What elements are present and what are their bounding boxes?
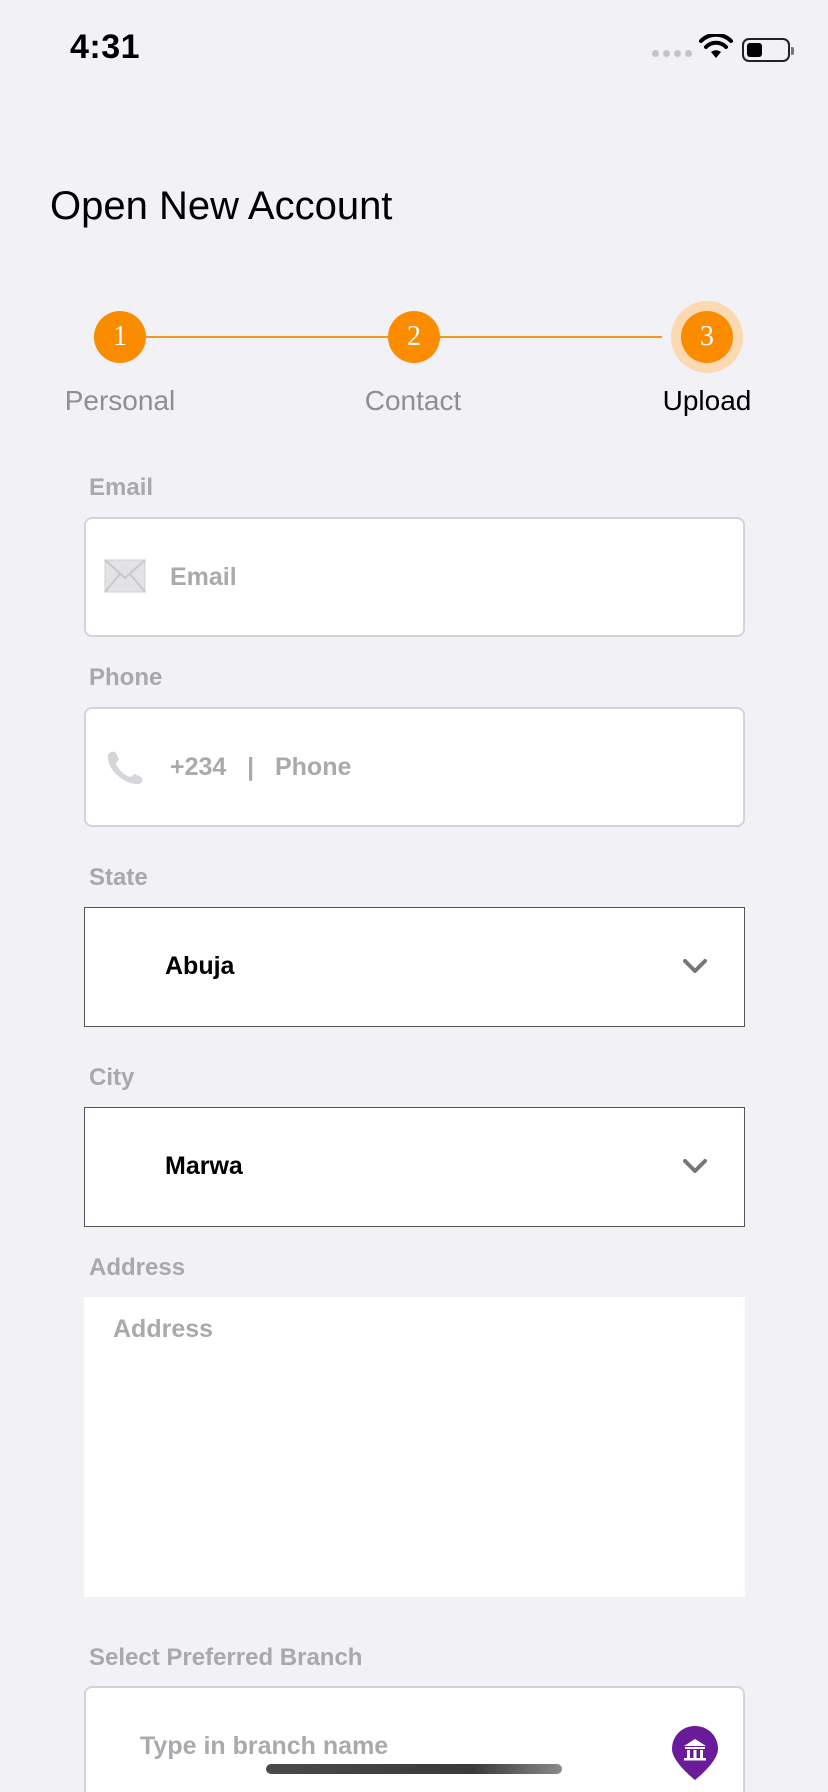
city-select[interactable]: Marwa <box>84 1107 745 1227</box>
email-field[interactable]: Email <box>84 517 745 637</box>
address-placeholder: Address <box>113 1315 214 1343</box>
state-select[interactable]: Abuja <box>84 907 745 1027</box>
home-indicator <box>266 1764 562 1774</box>
status-time: 4:31 <box>70 28 141 66</box>
chevron-down-icon <box>683 1159 707 1173</box>
city-value: Marwa <box>165 1152 243 1180</box>
stepper-connector <box>438 336 662 338</box>
bank-pin-icon[interactable] <box>670 1724 720 1782</box>
cellular-signal-icon <box>652 50 692 57</box>
phone-placeholder: +234 | Phone <box>170 753 352 781</box>
step-1-label: Personal <box>64 385 176 416</box>
page-title: Open New Account <box>50 184 393 228</box>
step-1-circle[interactable]: 1 <box>94 311 146 363</box>
branch-search-input[interactable]: Type in branch name <box>84 1686 745 1792</box>
email-placeholder: Email <box>170 563 237 591</box>
phone-label: Phone <box>89 664 163 691</box>
wifi-icon <box>699 34 733 58</box>
battery-icon <box>742 38 794 62</box>
state-label: State <box>89 864 148 891</box>
branch-label: Select Preferred Branch <box>89 1644 363 1671</box>
address-label: Address <box>89 1254 186 1281</box>
step-2-circle[interactable]: 2 <box>388 311 440 363</box>
stepper-connector <box>130 336 414 338</box>
state-value: Abuja <box>165 952 235 980</box>
step-2-label: Contact <box>364 385 462 416</box>
chevron-down-icon <box>683 959 707 973</box>
city-label: City <box>89 1064 135 1091</box>
step-3-circle[interactable]: 3 <box>681 311 733 363</box>
address-textarea[interactable]: Address <box>84 1297 745 1597</box>
branch-placeholder: Type in branch name <box>140 1732 389 1760</box>
step-3-label: Upload <box>662 385 752 416</box>
email-label: Email <box>89 474 154 501</box>
phone-field[interactable]: +234 | Phone <box>84 707 745 827</box>
envelope-icon <box>104 559 146 593</box>
phone-icon <box>107 751 143 785</box>
